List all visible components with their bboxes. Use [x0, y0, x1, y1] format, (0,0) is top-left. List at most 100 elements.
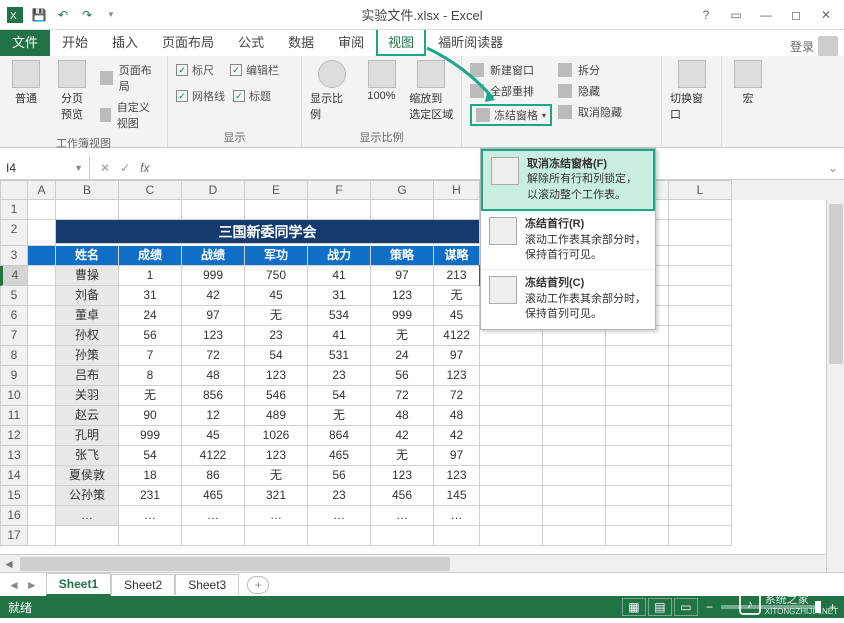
row-header[interactable]: 6 [0, 306, 28, 326]
cell[interactable] [543, 446, 606, 466]
sign-in[interactable]: 登录 [784, 36, 844, 56]
cell[interactable] [606, 366, 669, 386]
cell[interactable] [434, 200, 480, 220]
cell[interactable] [480, 406, 543, 426]
cell[interactable]: 无 [245, 466, 308, 486]
add-sheet-button[interactable]: + [247, 576, 269, 594]
cell[interactable] [308, 200, 371, 220]
header-cell[interactable]: 姓名 [56, 246, 119, 266]
cell[interactable] [669, 326, 732, 346]
gridlines-checkbox[interactable]: ✓网格线 [176, 88, 225, 104]
cell[interactable] [543, 526, 606, 546]
cell[interactable]: 刘备 [56, 286, 119, 306]
cell[interactable] [543, 426, 606, 446]
cell[interactable] [371, 200, 434, 220]
cell[interactable]: 24 [371, 346, 434, 366]
cell[interactable] [543, 506, 606, 526]
cell[interactable] [669, 220, 732, 246]
select-all-corner[interactable] [0, 180, 28, 200]
row-header[interactable]: 17 [0, 526, 28, 546]
cell[interactable] [28, 486, 56, 506]
hscroll-left-icon[interactable]: ◄ [0, 557, 18, 571]
undo-icon[interactable]: ↶ [54, 6, 72, 24]
horizontal-scrollbar[interactable]: ◄ ► [0, 554, 844, 572]
cell[interactable]: 曹操 [56, 266, 119, 286]
header-cell[interactable]: 谋略 [434, 246, 480, 266]
freeze-panes-button[interactable]: 冻结窗格▾ [470, 104, 552, 126]
view-layout-icon[interactable]: ▤ [648, 598, 672, 616]
cell[interactable]: 48 [434, 406, 480, 426]
row-header[interactable]: 10 [0, 386, 28, 406]
cell[interactable]: 45 [182, 426, 245, 446]
fx-icon[interactable]: fx [140, 161, 149, 175]
cell[interactable]: 无 [434, 286, 480, 306]
zoom-out-icon[interactable]: − [706, 600, 713, 614]
cell[interactable]: 531 [308, 346, 371, 366]
header-cell[interactable]: 成绩 [119, 246, 182, 266]
tab-review[interactable]: 审阅 [326, 27, 376, 56]
arrange-all-button[interactable]: 全部重排 [470, 83, 552, 99]
cell[interactable]: 18 [119, 466, 182, 486]
cell[interactable]: 123 [182, 326, 245, 346]
cell[interactable]: 123 [245, 366, 308, 386]
cell[interactable]: 23 [308, 486, 371, 506]
cell[interactable] [543, 366, 606, 386]
cell[interactable] [308, 526, 371, 546]
row-header[interactable]: 9 [0, 366, 28, 386]
unfreeze-panes-item[interactable]: 取消冻结窗格(F)解除所有行和列锁定，以滚动整个工作表。 [481, 149, 655, 211]
cell[interactable] [245, 526, 308, 546]
cell[interactable] [28, 266, 56, 286]
header-cell[interactable]: 战力 [308, 246, 371, 266]
pagelayout-button[interactable]: 页面布局 [100, 62, 159, 94]
cell[interactable]: 41 [308, 326, 371, 346]
cell[interactable]: 24 [119, 306, 182, 326]
cell[interactable] [669, 306, 732, 326]
row-header[interactable]: 15 [0, 486, 28, 506]
cell[interactable]: 465 [308, 446, 371, 466]
sheet-tab-1[interactable]: Sheet1 [46, 573, 111, 596]
row-header[interactable]: 7 [0, 326, 28, 346]
tab-formula[interactable]: 公式 [226, 27, 276, 56]
cell[interactable]: 123 [371, 466, 434, 486]
cell[interactable]: 夏侯敦 [56, 466, 119, 486]
cell[interactable]: 48 [371, 406, 434, 426]
macros-button[interactable]: 宏 [730, 60, 766, 106]
cell[interactable]: 赵云 [56, 406, 119, 426]
row-header[interactable]: 14 [0, 466, 28, 486]
col-header-G[interactable]: G [371, 180, 434, 200]
cell[interactable] [28, 506, 56, 526]
cell[interactable]: 关羽 [56, 386, 119, 406]
tab-data[interactable]: 数据 [276, 27, 326, 56]
cell[interactable]: … [182, 506, 245, 526]
cell[interactable]: 145 [434, 486, 480, 506]
col-header-L[interactable]: L [669, 180, 732, 200]
cell[interactable]: 45 [245, 286, 308, 306]
row-header[interactable]: 4 [0, 266, 28, 286]
cell[interactable] [28, 526, 56, 546]
cell[interactable] [28, 466, 56, 486]
name-box-dropdown-icon[interactable]: ▼ [74, 163, 83, 173]
row-header[interactable]: 3 [0, 246, 28, 266]
cell[interactable] [669, 466, 732, 486]
cell[interactable] [606, 426, 669, 446]
cell[interactable]: 231 [119, 486, 182, 506]
cell[interactable]: 8 [119, 366, 182, 386]
save-icon[interactable]: 💾 [30, 6, 48, 24]
cell[interactable]: … [371, 506, 434, 526]
cell[interactable]: … [245, 506, 308, 526]
cell[interactable] [669, 406, 732, 426]
cell[interactable] [606, 386, 669, 406]
cell[interactable] [669, 366, 732, 386]
formulabar-checkbox[interactable]: ✓编辑栏 [230, 62, 279, 78]
row-header[interactable]: 8 [0, 346, 28, 366]
view-break-icon[interactable]: ▭ [674, 598, 698, 616]
cell[interactable]: 56 [308, 466, 371, 486]
redo-icon[interactable]: ↷ [78, 6, 96, 24]
cell[interactable] [669, 526, 732, 546]
cell[interactable] [28, 446, 56, 466]
cell[interactable]: 54 [245, 346, 308, 366]
cell[interactable]: 吕布 [56, 366, 119, 386]
cell[interactable] [543, 406, 606, 426]
cell[interactable]: 97 [434, 346, 480, 366]
header-cell[interactable]: 策略 [371, 246, 434, 266]
